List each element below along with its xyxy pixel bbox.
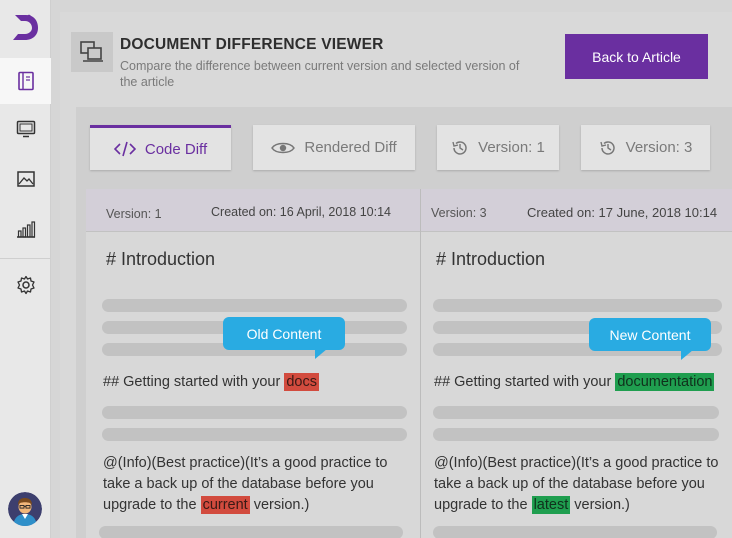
compare-icon (71, 32, 113, 72)
sidebar-item-reports[interactable] (0, 206, 51, 252)
book-icon (17, 71, 34, 91)
placeholder-line (433, 299, 722, 312)
new-version-pane: Version: 3 Created on: 17 June, 2018 10:… (421, 189, 732, 538)
tab-version-3[interactable]: Version: 3 (581, 125, 710, 170)
old-version-pane: Version: 1 Created on: 16 April, 2018 10… (86, 189, 420, 538)
diff-line: ## Getting started with your documentati… (434, 373, 715, 391)
placeholder-line (102, 299, 407, 312)
tab-label: Code Diff (144, 140, 208, 158)
version-label: Version: 3 (431, 206, 487, 220)
eye-icon (271, 142, 296, 153)
added-text: documentation (615, 373, 715, 391)
image-icon (16, 171, 35, 187)
page-title: DOCUMENT DIFFERENCE VIEWER (120, 36, 384, 53)
placeholder-line (433, 406, 719, 419)
placeholder-line (433, 526, 717, 538)
avatar[interactable] (8, 492, 42, 526)
removed-text: docs (284, 373, 319, 391)
placeholder-line (433, 428, 719, 441)
sidebar-item-settings[interactable] (0, 262, 51, 308)
placeholder-line (102, 406, 407, 419)
tab-label: Version: 1 (478, 139, 545, 156)
diff-content: Code Diff Rendered Diff Version: 1 Versi… (76, 107, 732, 538)
diff-line: ## Getting started with your docs (103, 373, 319, 391)
diff-area: Version: 1 Created on: 16 April, 2018 10… (86, 189, 732, 538)
placeholder-line (99, 526, 403, 538)
added-text: latest (531, 496, 571, 514)
bar-chart-icon (16, 221, 35, 238)
app-logo[interactable] (9, 11, 41, 43)
tab-code-diff[interactable]: Code Diff (90, 125, 231, 170)
removed-text: current (200, 496, 250, 514)
placeholder-line (102, 428, 407, 441)
sidebar-item-images[interactable] (0, 156, 51, 202)
gear-icon (16, 275, 35, 295)
section-heading: # Introduction (436, 249, 546, 269)
history-icon (452, 140, 467, 155)
history-icon (599, 140, 615, 155)
created-date: Created on: 16 April, 2018 10:14 (211, 205, 391, 219)
sidebar-divider (0, 258, 51, 259)
page-subtitle: Compare the difference between current v… (120, 59, 520, 89)
sidebar-item-screens[interactable] (0, 106, 51, 152)
sidebar (0, 0, 51, 538)
new-content-callout: New Content (589, 318, 711, 360)
code-icon (113, 141, 136, 157)
version-label: Version: 1 (106, 207, 162, 221)
created-date: Created on: 17 June, 2018 10:14 (527, 205, 718, 220)
monitor-icon (16, 120, 35, 138)
tab-label: Version: 3 (625, 139, 693, 156)
main-panel: DOCUMENT DIFFERENCE VIEWER Compare the d… (60, 12, 732, 538)
tab-rendered-diff[interactable]: Rendered Diff (253, 125, 415, 170)
tab-label: Rendered Diff (304, 139, 397, 156)
pane-header: Version: 3 Created on: 17 June, 2018 10:… (421, 189, 732, 232)
tab-version-1[interactable]: Version: 1 (437, 125, 559, 170)
diff-paragraph: @(Info)(Best practice)(It’s a good pract… (434, 455, 719, 514)
old-content-callout: Old Content (223, 317, 345, 359)
sidebar-item-articles[interactable] (0, 58, 51, 104)
section-heading: # Introduction (106, 249, 216, 269)
diff-paragraph: @(Info)(Best practice)(It’s a good pract… (103, 455, 388, 514)
back-to-article-button[interactable]: Back to Article (565, 34, 708, 79)
pane-header: Version: 1 Created on: 16 April, 2018 10… (86, 189, 420, 232)
